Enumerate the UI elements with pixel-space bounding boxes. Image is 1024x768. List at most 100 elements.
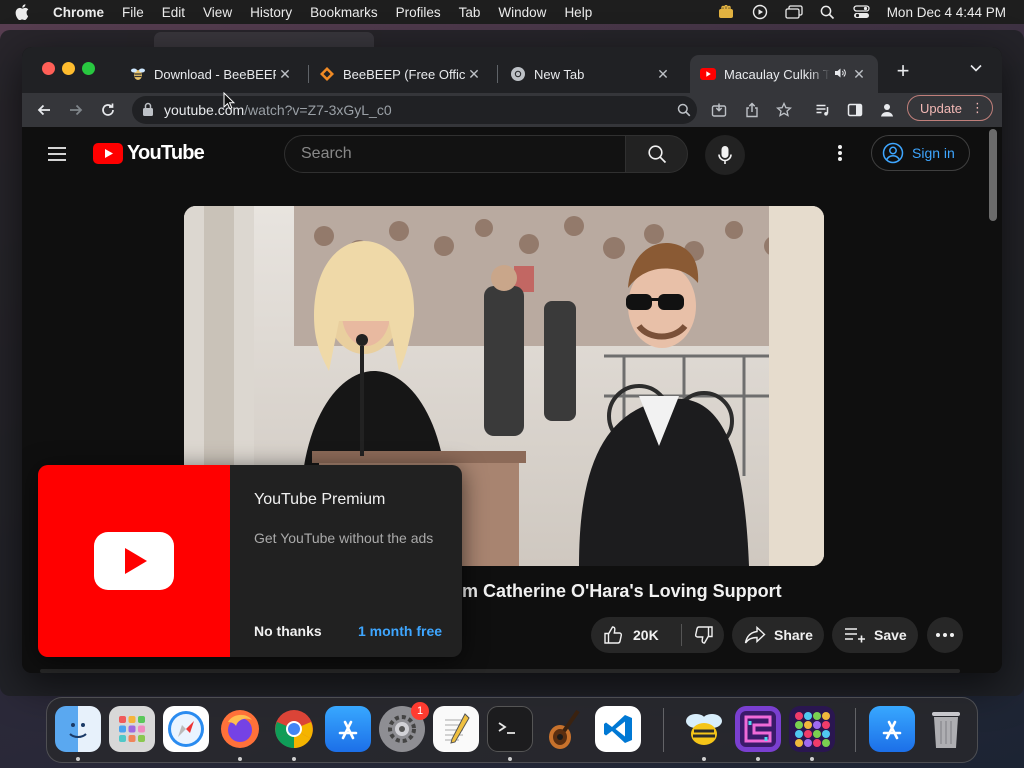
tab-title: New Tab [534,66,585,82]
bookmark-star-icon[interactable] [774,100,794,120]
premium-subtitle: Get YouTube without the ads [254,530,434,546]
launchpad-icon[interactable] [109,706,155,752]
page-scrollbar[interactable] [989,129,997,221]
premium-promo-dialog: YouTube Premium Get YouTube without the … [38,465,462,657]
app-store-folder-icon[interactable] [869,706,915,752]
tab-strip: Download - BeeBEEP ✕ BeeBEEP (Free Offic… [22,47,1002,93]
textedit-icon[interactable] [433,706,479,752]
terminal-icon[interactable] [487,706,533,752]
beebeep-icon[interactable] [681,706,727,752]
omnibox-search-icon[interactable] [677,103,691,122]
menu-file[interactable]: File [113,5,153,20]
garageband-icon[interactable] [541,706,587,752]
window-close-button[interactable] [42,62,55,75]
menu-bar: Chrome File Edit View History Bookmarks … [0,0,1024,24]
like-dislike-group: 20K [591,617,724,653]
menu-edit[interactable]: Edit [153,5,194,20]
tab-search-chevron-icon[interactable] [970,61,982,75]
tab-youtube-macaulay-culkin[interactable]: Macaulay Culkin T ✕ [690,55,878,93]
tab-beebeep-free-office[interactable]: BeeBEEP (Free Office ✕ [309,55,493,93]
reload-icon[interactable] [98,100,118,120]
url-path: /watch?v=Z7-3xGyL_c0 [244,102,392,118]
search-input[interactable]: Search [284,135,626,173]
save-button[interactable]: Save [832,617,918,653]
window-minimize-button[interactable] [62,62,75,75]
tab-title: BeeBEEP (Free Office [343,66,465,82]
youtube-icon [700,66,716,82]
search-icon[interactable] [811,5,845,20]
more-actions-button[interactable] [927,617,963,653]
back-arrow-icon[interactable] [34,100,54,120]
hamburger-menu-icon[interactable] [47,146,67,167]
more-horizontal-icon [936,633,954,637]
tab-close-icon[interactable]: ✕ [276,66,294,83]
thumbs-down-icon [694,626,713,644]
control-center-icon[interactable] [845,5,879,19]
install-app-icon[interactable] [709,100,729,120]
youtube-play-logo-icon [94,532,174,590]
trash-icon[interactable] [923,706,969,752]
safari-icon[interactable] [163,706,209,752]
menu-tab[interactable]: Tab [450,5,490,20]
profile-avatar-icon[interactable] [877,100,897,120]
menu-help[interactable]: Help [555,5,601,20]
window-icon[interactable] [777,5,811,19]
address-bar[interactable]: youtube.com/watch?v=Z7-3xGyL_c0 [132,96,697,124]
forward-arrow-icon[interactable] [66,100,86,120]
dislike-button[interactable] [682,625,714,645]
search-button[interactable] [625,135,688,173]
maze-game-icon[interactable] [735,706,781,752]
tab-close-icon[interactable]: ✕ [654,66,672,83]
update-label: Update [920,100,962,116]
firefox-icon[interactable] [217,706,263,752]
tab-close-icon[interactable]: ✕ [465,66,483,83]
update-button[interactable]: Update ⋮ [907,95,993,121]
side-panel-icon[interactable] [845,100,865,120]
hand-icon[interactable] [709,5,743,19]
content-divider [40,669,960,673]
like-button[interactable]: 20K [591,625,681,645]
speaker-icon[interactable] [830,66,850,82]
new-tab-button[interactable]: + [892,60,914,82]
desktop: Chrome File Edit View History Bookmarks … [0,0,1024,768]
lock-icon[interactable] [142,102,154,122]
no-thanks-button[interactable]: No thanks [254,623,322,639]
menu-profiles[interactable]: Profiles [387,5,450,20]
vscode-icon[interactable] [595,706,641,752]
dock: 1 [46,697,978,763]
menu-history[interactable]: History [241,5,301,20]
menu-app-name[interactable]: Chrome [44,5,113,20]
tab-new-tab[interactable]: New Tab ✕ [500,55,682,93]
video-title: m Catherine O'Hara's Loving Support [462,581,782,601]
share-button[interactable]: Share [732,617,824,653]
menu-window[interactable]: Window [489,5,555,20]
menu-bookmarks[interactable]: Bookmarks [301,5,387,20]
finder-icon[interactable] [55,706,101,752]
chrome-icon[interactable] [271,706,317,752]
play-circle-icon[interactable] [743,4,777,20]
app-store-icon[interactable] [325,706,371,752]
url-text: youtube.com/watch?v=Z7-3xGyL_c0 [164,102,392,118]
system-settings-icon[interactable]: 1 [379,702,429,752]
beebeep-bee-icon [130,66,146,82]
settings-kebab-icon[interactable] [837,144,843,167]
tab-title: Download - BeeBEEP [154,66,276,82]
chrome-menu-kebab-icon[interactable]: ⋮ [971,100,984,116]
search-icon [647,145,666,164]
menu-view[interactable]: View [194,5,241,20]
youtube-logo[interactable]: YouTube [93,142,205,165]
media-controls-icon[interactable] [813,100,833,120]
search-placeholder: Search [301,145,352,162]
bubbles-game-icon[interactable] [789,706,835,752]
youtube-page: YouTube Search Sign in m Catherine O'Har… [22,127,1002,673]
voice-search-button[interactable] [705,135,745,175]
free-trial-button[interactable]: 1 month free [358,623,442,639]
tab-close-icon[interactable]: ✕ [850,66,868,83]
share-page-icon[interactable] [742,100,762,120]
menu-clock[interactable]: Mon Dec 4 4:44 PM [879,5,1006,20]
apple-menu-icon[interactable] [0,4,44,20]
window-maximize-button[interactable] [82,62,95,75]
tab-download-beebeep[interactable]: Download - BeeBEEP ✕ [120,55,304,93]
sign-in-button[interactable]: Sign in [871,135,970,171]
account-circle-icon [882,142,904,164]
